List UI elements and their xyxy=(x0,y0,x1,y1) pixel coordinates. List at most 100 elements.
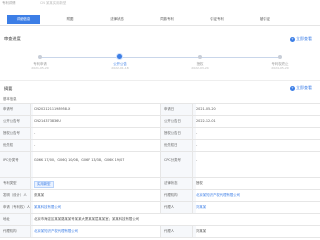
field-value-text[interactable]: 北京某知识产权代理有限公司 xyxy=(196,190,320,201)
field-value-text: CN214373836U xyxy=(34,119,61,123)
tab-family[interactable]: 同族专利 xyxy=(150,15,184,24)
field-label-text: 公开公告号 xyxy=(3,119,20,123)
info-title: 摘要 xyxy=(4,86,13,91)
tab-label: 附图 xyxy=(66,17,74,21)
field-label-text: 代理机构 xyxy=(3,229,17,233)
info-row: 地址 北京市海淀区某某路某某号某某大厦某某层某某室；某某科技有限公司 xyxy=(0,214,320,226)
field-label: CPC分类号 xyxy=(160,152,196,177)
field-label-text: 授权公告号 xyxy=(3,131,20,135)
field-label: 公开公告日 xyxy=(160,116,196,127)
page-subtitle: CN 某某实用新型 xyxy=(40,1,67,5)
info-view-label: 立即查看 xyxy=(296,85,312,90)
info-row: 公开公告号 CN214373836U 公开公告日 2022-12-01 xyxy=(0,116,320,128)
field-value: 2022-12-01 xyxy=(192,116,320,127)
timeline-dot xyxy=(38,55,42,59)
field-value-text: - xyxy=(196,158,198,162)
field-value: 北京市海淀区某某路某某号某某大厦某某层某某室；某某科技有限公司 xyxy=(30,214,320,225)
field-value: 实用新型 xyxy=(30,178,164,189)
field-value-text[interactable]: 刘某某 xyxy=(196,202,320,213)
field-label: 优先权日 xyxy=(160,140,196,151)
field-value: G06K 17/00、G06Q 10/08、G06F 13/38、G06K 19… xyxy=(30,152,164,177)
field-label: 地址 xyxy=(0,214,33,225)
info-row: 代理机构 北京某知识产权代理有限公司 代理人 刘某某 xyxy=(0,226,320,238)
field-label: 申请（专利权）人 xyxy=(0,202,33,213)
field-value: - xyxy=(192,140,320,151)
field-label: 代理机构 xyxy=(160,190,196,201)
info-row: 申请号 CN2021211198958.X 申请日 2021-05-20 xyxy=(0,104,320,116)
field-value: 刘某某 xyxy=(192,226,320,237)
tab-detail[interactable]: 详细信息 xyxy=(7,15,40,24)
field-value[interactable]: 刘某某 xyxy=(192,202,320,213)
info-row: IPC分类号 G06K 17/00、G06Q 10/08、G06F 13/38、G… xyxy=(0,152,320,178)
field-label-text: 优先权 xyxy=(3,143,14,147)
field-value-text[interactable]: 北京某知识产权代理有限公司 xyxy=(34,226,164,237)
field-value: - xyxy=(192,128,320,139)
field-value: - xyxy=(30,128,164,139)
info-view-button[interactable]: + 立即查看 xyxy=(290,84,312,91)
tab-bar: 详细信息 附图 法律状态 同族专利 引证专利 被引证 xyxy=(0,14,320,26)
field-value-text: - xyxy=(196,131,198,135)
field-value-text: 2022-12-01 xyxy=(196,119,216,123)
field-label: 代理人 xyxy=(160,226,196,237)
tab-label: 被引证 xyxy=(259,17,271,21)
field-value-text: - xyxy=(34,131,36,135)
field-value: - xyxy=(30,140,164,151)
section-divider xyxy=(0,80,320,81)
field-value: CN214373836U xyxy=(30,116,164,127)
field-label-text: 地址 xyxy=(3,217,10,221)
timeline-step-date: 2022-03-24 xyxy=(191,66,209,70)
field-label-text: 申请号 xyxy=(3,107,14,111)
tab-drawings[interactable]: 附图 xyxy=(55,15,85,24)
info-subtitle: 基本信息 xyxy=(3,97,17,101)
field-label: 授权公告号 xyxy=(0,128,33,139)
plus-icon: + xyxy=(290,85,295,91)
field-value-text: 刘某某 xyxy=(196,229,207,233)
field-value: 授权 xyxy=(192,178,320,189)
timeline-step-date: 2022-01-18 xyxy=(111,66,129,70)
field-value: 张某某 xyxy=(30,190,164,201)
timeline-title: 审查进度 xyxy=(4,36,21,41)
field-value-text[interactable]: 某某科技有限公司 xyxy=(34,202,164,213)
field-value[interactable]: 北京某知识产权代理有限公司 xyxy=(192,190,320,201)
field-label: 申请号 xyxy=(0,104,33,115)
field-label: 申请日 xyxy=(160,104,196,115)
field-label-text: 专利类型 xyxy=(3,181,17,185)
plus-icon: + xyxy=(290,36,295,42)
field-label: 发明（设计）人 xyxy=(0,190,33,201)
field-label-text: 发明（设计）人 xyxy=(3,193,27,197)
field-label: 法律状态 xyxy=(160,178,196,189)
field-label: 优先权 xyxy=(0,140,33,151)
field-value: 2021-05-20 xyxy=(192,104,320,115)
tab-label: 详细信息 xyxy=(16,17,31,21)
field-value: CN2021211198958.X xyxy=(30,104,164,115)
field-value-text: - xyxy=(34,143,36,147)
field-value-text: CN2021211198958.X xyxy=(34,107,71,111)
timeline-dot xyxy=(198,55,202,59)
field-label: IPC分类号 xyxy=(0,152,33,177)
tab-cited-by[interactable]: 被引证 xyxy=(250,15,280,24)
timeline-dot xyxy=(278,55,282,59)
timeline-view-label: 立即查看 xyxy=(296,36,312,41)
tab-citations[interactable]: 引证专利 xyxy=(200,15,234,24)
field-label-text: 申请（专利权）人 xyxy=(3,205,31,209)
field-value-text: - xyxy=(196,143,198,147)
field-label: 专利类型 xyxy=(0,178,33,189)
timeline-track xyxy=(40,57,280,58)
timeline-dot-active xyxy=(117,54,122,59)
field-label-text: IPC分类号 xyxy=(3,158,19,162)
info-table: 申请号 CN2021211198958.X 申请日 2021-05-20 公开公告号 CN… xyxy=(0,103,320,238)
top-bar: 专利详情 CN 某某实用新型 xyxy=(0,0,320,6)
timeline-step-date: 2021-05-20 xyxy=(31,66,49,70)
field-value[interactable]: 某某科技有限公司 xyxy=(30,202,164,213)
field-value-text: 2021-05-20 xyxy=(196,107,216,111)
info-row: 优先权 - 优先权日 - xyxy=(0,140,320,152)
field-value: - xyxy=(192,152,320,177)
field-value[interactable]: 北京某知识产权代理有限公司 xyxy=(30,226,164,237)
timeline-view-button[interactable]: + 立即查看 xyxy=(290,35,312,42)
tab-label: 引证专利 xyxy=(210,17,224,21)
info-row: 专利类型 实用新型 法律状态 授权 xyxy=(0,178,320,190)
field-label: 代理机构 xyxy=(0,226,33,237)
field-value-text: 授权 xyxy=(196,181,203,185)
tab-legal-status[interactable]: 法律状态 xyxy=(100,15,134,24)
field-value-text: 实用新型 xyxy=(34,181,54,188)
